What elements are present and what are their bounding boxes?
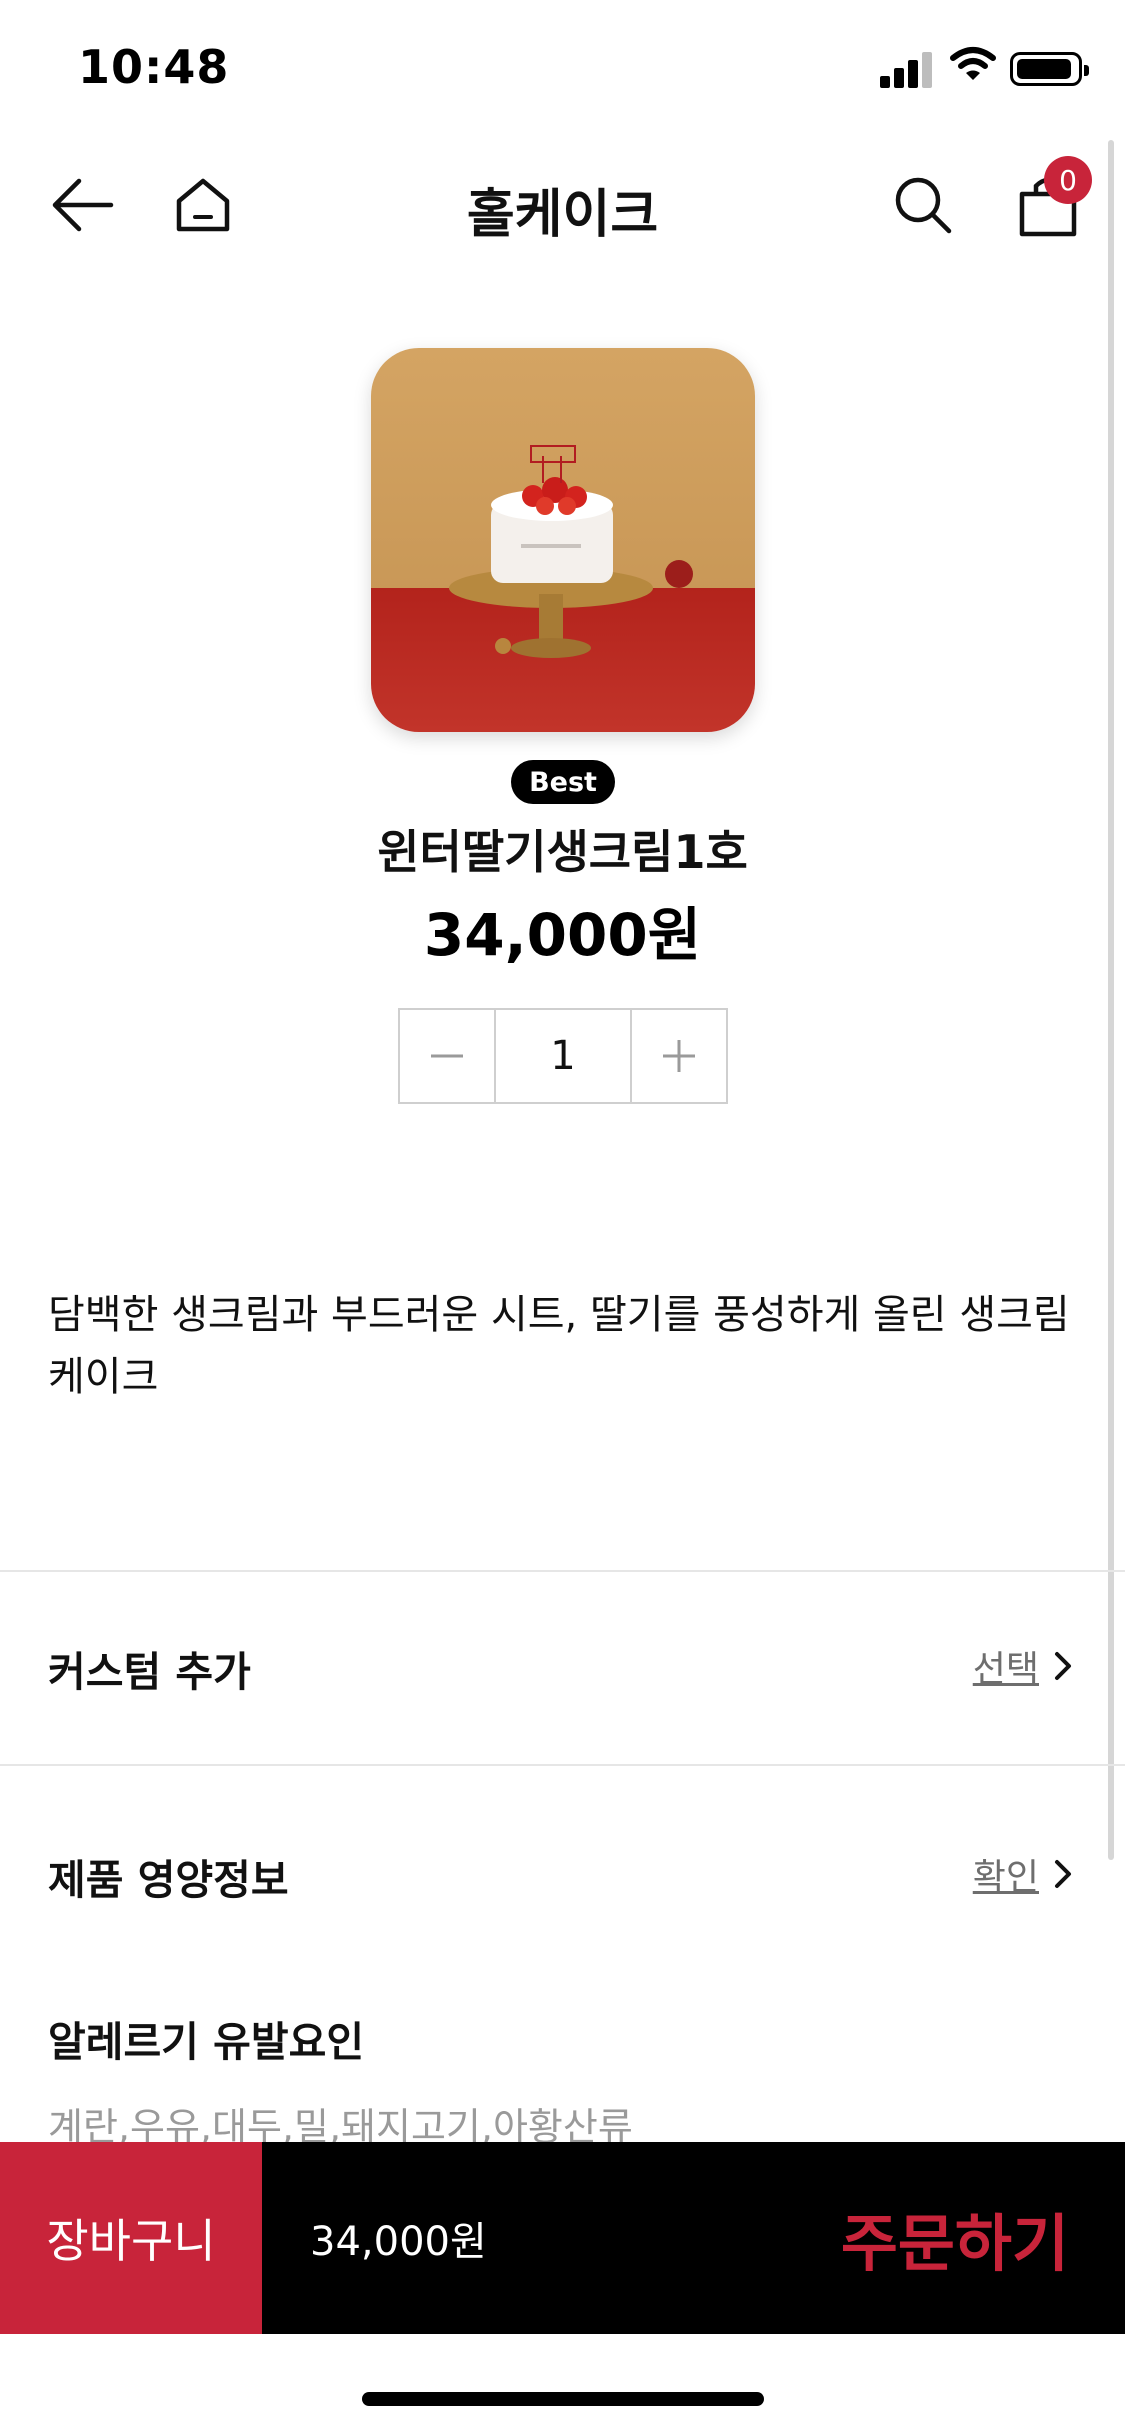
status-time: 10:48 [78,40,230,94]
increase-quantity-button[interactable] [632,1010,726,1102]
header: 홀케이크 0 [0,132,1125,272]
search-button[interactable] [880,162,966,248]
best-badge: Best [511,760,615,804]
signal-icon [880,48,934,88]
cart-count-badge: 0 [1044,156,1092,204]
order-button[interactable]: 주문하기 [841,2142,1069,2334]
custom-option-action-text: 선택 [972,1649,1039,1690]
chevron-right-icon [1055,1860,1071,1888]
quantity-value[interactable]: 1 [494,1010,632,1102]
add-to-cart-button[interactable]: 장바구니 [0,2142,262,2334]
battery-icon [1010,52,1089,86]
scrollbar[interactable] [1108,140,1114,1860]
nutrition-info-label: 제품 영양정보 [48,1856,289,1904]
wifi-icon [950,47,996,80]
nutrition-info-button[interactable]: 확인 [973,1848,1073,1900]
cake-photo [371,348,755,732]
divider [0,1764,1125,1766]
product-price: 34,000원 [423,901,702,969]
decrease-quantity-button[interactable] [400,1010,494,1102]
plus-icon [663,1040,695,1072]
status-bar: 10:48 [0,0,1125,132]
quantity-stepper: 1 [398,1008,728,1104]
chevron-right-icon [1055,1652,1071,1680]
search-icon [895,177,952,234]
minus-icon [431,1054,463,1058]
allergen-label: 알레르기 유발요인 [48,2018,365,2066]
product-description: 담백한 생크림과 부드러운 시트, 딸기를 풍성하게 올린 생크림 케이크 [48,1292,1070,1400]
divider [0,1570,1125,1572]
nutrition-info-action-text: 확인 [972,1857,1039,1898]
total-price: 34,000원 [310,2219,487,2265]
product-image [371,348,755,732]
bottom-action-bar: 장바구니 34,000원 주문하기 [0,2142,1125,2334]
home-indicator[interactable] [362,2392,764,2406]
product-name: 윈터딸기생크림1호 [377,825,748,879]
screen: 10:48 홀케이크 0 Best 윈터딸기생크림1호 34,000원 1 담백… [0,0,1125,2436]
custom-option-select-button[interactable]: 선택 [973,1640,1073,1692]
custom-option-label: 커스텀 추가 [48,1648,251,1696]
